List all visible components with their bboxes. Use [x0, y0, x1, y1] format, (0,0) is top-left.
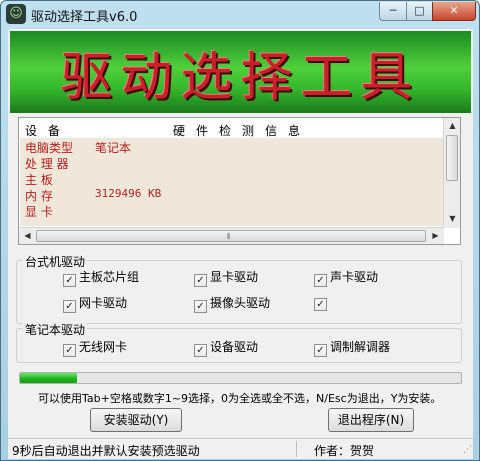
checkbox-sound-driver[interactable]: ✓ 声卡驱动 — [314, 268, 379, 287]
desktop-drivers-group: 台式机驱动 ✓ 主板芯片组 ✓ 显卡驱动 ✓ 声卡驱动 ✓ 网卡驱动 ✓ 摄像头驱动 ✓ — [16, 253, 462, 324]
install-button[interactable]: 安装驱动(Y) — [90, 408, 182, 432]
scroll-left-icon[interactable]: ◀ — [19, 231, 36, 240]
info-row: 内 存 3129496 KB — [25, 186, 443, 203]
app-window: ☺ 驱动选择工具v6.0 ─ □ ✕ 驱动选择工具 设备 硬件检测信息 电脑类型… — [0, 0, 480, 461]
vertical-scroll-thumb[interactable] — [446, 135, 458, 181]
banner-image: 驱动选择工具 — [10, 31, 471, 113]
checkbox-checked-icon[interactable]: ✓ — [314, 274, 327, 287]
info-key: 显 卡 — [25, 205, 53, 219]
progress-fill — [20, 373, 78, 383]
exit-button[interactable]: 退出程序(N) — [328, 408, 414, 432]
vertical-scrollbar[interactable]: ▲ ▼ — [443, 118, 460, 228]
info-header: 设备 硬件检测信息 — [23, 122, 443, 138]
status-bar: 9秒后自动退出并默认安装预选驱动 作者：贺贺 ⋰ — [8, 438, 473, 459]
info-header-hardware: 硬件检测信息 — [173, 124, 312, 138]
install-progress-bar — [19, 372, 462, 384]
checkbox-modem[interactable]: ✓ 调制解调器 — [314, 338, 391, 357]
checkbox-label: 摄像头驱动 — [210, 296, 271, 310]
checkbox-checked-icon[interactable]: ✓ — [194, 274, 207, 287]
horizontal-scrollbar[interactable]: ◀ ⦀ ▶ — [19, 227, 444, 244]
checkbox-unlabeled[interactable]: ✓ — [314, 294, 330, 311]
title-bar[interactable]: ☺ 驱动选择工具v6.0 ─ □ ✕ — [1, 1, 479, 27]
client-area: 驱动选择工具 设备 硬件检测信息 电脑类型 笔记本 处 理 器 主 板 内 存 … — [8, 29, 473, 459]
checkbox-checked-icon[interactable]: ✓ — [63, 300, 76, 313]
checkbox-checked-icon[interactable]: ✓ — [314, 344, 327, 357]
status-divider — [296, 441, 297, 457]
laptop-drivers-group: 笔记本驱动 ✓ 无线网卡 ✓ 设备驱动 ✓ 调制解调器 — [16, 321, 462, 363]
window-title: 驱动选择工具v6.0 — [31, 10, 138, 25]
checkbox-checked-icon[interactable]: ✓ — [63, 274, 76, 287]
checkbox-label: 网卡驱动 — [79, 296, 128, 310]
checkbox-label: 调制解调器 — [330, 340, 391, 354]
checkbox-label: 主板芯片组 — [79, 270, 140, 284]
checkbox-checked-icon[interactable]: ✓ — [63, 344, 76, 357]
checkbox-checked-icon[interactable]: ✓ — [194, 300, 207, 313]
checkbox-chipset[interactable]: ✓ 主板芯片组 — [63, 268, 140, 287]
author-status: 作者：贺贺 — [314, 444, 375, 458]
horizontal-scroll-thumb[interactable]: ⦀ — [36, 230, 426, 242]
checkbox-graphics-driver[interactable]: ✓ 显卡驱动 — [194, 268, 259, 287]
info-row: 电脑类型 笔记本 — [25, 138, 443, 155]
minimize-button[interactable]: ─ — [379, 2, 407, 21]
info-row: 显 卡 — [25, 202, 443, 219]
checkbox-label: 无线网卡 — [79, 340, 128, 354]
banner-title: 驱动选择工具 — [60, 48, 421, 108]
checkbox-checked-icon[interactable]: ✓ — [314, 298, 327, 311]
checkbox-label: 显卡驱动 — [210, 270, 259, 284]
checkbox-wireless-card[interactable]: ✓ 无线网卡 — [63, 338, 128, 357]
info-row: 主 板 — [25, 170, 443, 187]
scroll-right-icon[interactable]: ▶ — [427, 231, 444, 240]
resize-grip-icon[interactable]: ⋰ — [463, 445, 472, 455]
countdown-status: 9秒后自动退出并默认安装预选驱动 — [12, 444, 200, 458]
checkbox-network-driver[interactable]: ✓ 网卡驱动 — [63, 294, 128, 313]
checkbox-checked-icon[interactable]: ✓ — [194, 344, 207, 357]
checkbox-device-driver[interactable]: ✓ 设备驱动 — [194, 338, 259, 357]
checkbox-label: 声卡驱动 — [330, 270, 379, 284]
scroll-down-icon[interactable]: ▼ — [444, 214, 461, 223]
scroll-grip-icon: ⦀ — [227, 232, 231, 241]
info-row: 处 理 器 — [25, 154, 443, 171]
hardware-info-panel[interactable]: 设备 硬件检测信息 电脑类型 笔记本 处 理 器 主 板 内 存 3129496… — [18, 117, 461, 245]
scroll-up-icon[interactable]: ▲ — [444, 121, 461, 130]
laptop-drivers-legend: 笔记本驱动 — [23, 321, 88, 338]
info-value: 3129496 KB — [95, 187, 162, 200]
checkbox-label: 设备驱动 — [210, 340, 259, 354]
checkbox-camera-driver[interactable]: ✓ 摄像头驱动 — [194, 294, 271, 313]
info-header-device: 设备 — [25, 124, 72, 138]
info-lines: 电脑类型 笔记本 处 理 器 主 板 内 存 3129496 KB 显 卡 — [20, 138, 443, 226]
maximize-button[interactable]: □ — [406, 2, 433, 21]
keyboard-hint: 可以使用Tab+空格或数字1~9选择，0为全选或全不选，N/Esc为退出，Y为安… — [38, 392, 442, 405]
close-button[interactable]: ✕ — [432, 2, 476, 21]
app-icon[interactable]: ☺ — [6, 4, 26, 24]
